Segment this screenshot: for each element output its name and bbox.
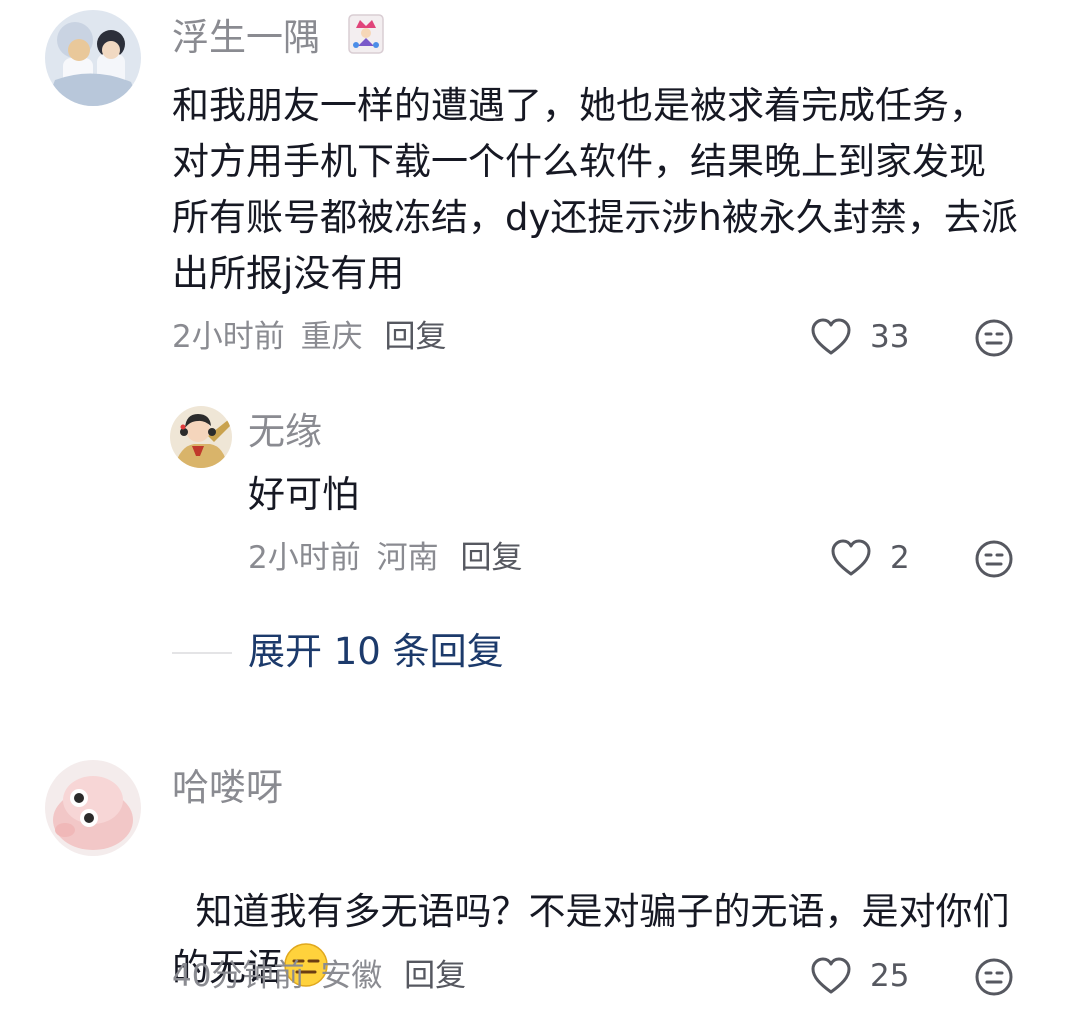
avatar[interactable] (170, 406, 232, 468)
meh-face-icon (975, 958, 1013, 996)
like-button[interactable]: 33 (810, 317, 909, 357)
like-count: 25 (870, 958, 910, 994)
comment-meta: 2小时前 重庆 回复 (172, 317, 446, 357)
like-button[interactable]: 2 (830, 538, 910, 578)
like-count: 2 (890, 540, 910, 576)
comment-username[interactable]: 哈喽呀 (172, 766, 283, 810)
avatar[interactable] (45, 10, 141, 106)
meh-face-icon (975, 319, 1013, 357)
comment-username[interactable]: 浮生一隅 (172, 16, 320, 60)
like-button[interactable]: 25 (810, 956, 909, 996)
comment-time: 40分钟前 (172, 958, 305, 994)
dislike-button[interactable] (974, 539, 1014, 583)
joker-card-icon (348, 14, 384, 54)
reply-button[interactable]: 回复 (404, 958, 466, 994)
comment-location: 重庆 (300, 319, 363, 355)
reply-button[interactable]: 回复 (384, 319, 446, 355)
comment-content: 和我朋友一样的遭遇了，她也是被求着完成任务，对方用手机下载一个什么软件，结果晚上… (172, 84, 1018, 295)
comment-meta: 2小时前 河南 回复 (248, 538, 522, 578)
dislike-button[interactable] (974, 957, 1014, 1001)
heart-outline-icon (811, 957, 851, 994)
dislike-button[interactable] (974, 318, 1014, 362)
expand-divider (172, 652, 232, 654)
comment-content: 好可怕 (248, 473, 359, 516)
comment-location: 安徽 (320, 958, 383, 994)
comment-username[interactable]: 无缘 (248, 410, 322, 454)
comment-time: 2小时前 (248, 540, 361, 576)
avatar[interactable] (45, 760, 141, 856)
expand-replies-button[interactable]: 展开 10 条回复 (248, 630, 504, 674)
meh-face-icon (975, 540, 1013, 578)
heart-outline-icon (831, 539, 871, 576)
heart-outline-icon (811, 318, 851, 355)
comment-location: 河南 (376, 540, 439, 576)
comment-meta: 40分钟前 安徽 回复 (172, 956, 466, 996)
like-count: 33 (870, 319, 910, 355)
reply-button[interactable]: 回复 (460, 540, 522, 576)
comment-time: 2小时前 (172, 319, 285, 355)
